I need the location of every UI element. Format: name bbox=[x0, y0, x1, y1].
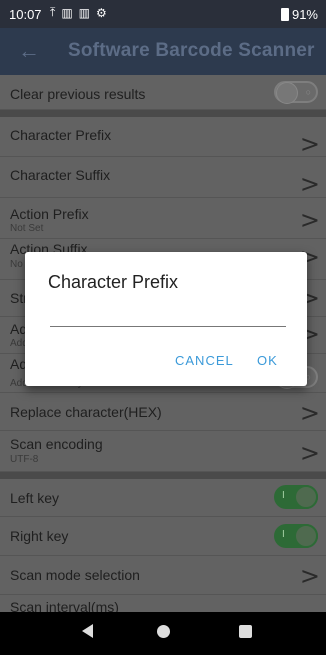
cancel-button[interactable]: CANCEL bbox=[175, 353, 234, 368]
status-time: 10:07 bbox=[9, 7, 42, 22]
setting-scan-encoding[interactable]: Scan encoding UTF-8 > bbox=[0, 431, 326, 472]
setting-right-key[interactable]: Right key I bbox=[0, 517, 326, 556]
section-divider bbox=[0, 472, 326, 479]
home-circle-icon[interactable] bbox=[157, 625, 170, 638]
chevron-right-icon: > bbox=[299, 562, 320, 590]
setting-left-key[interactable]: Left key I bbox=[0, 479, 326, 517]
right-key-toggle[interactable]: I bbox=[274, 524, 318, 548]
section-divider bbox=[0, 110, 326, 117]
chevron-right-icon: > bbox=[299, 399, 320, 427]
barcode-icon: ▥ bbox=[61, 5, 73, 20]
clear-results-toggle[interactable]: ○ bbox=[274, 81, 318, 104]
page-title: Software Barcode Scanner bbox=[68, 40, 315, 61]
setting-action-prefix[interactable]: Action Prefix Not Set > bbox=[0, 198, 326, 239]
chevron-right-icon: > bbox=[299, 130, 320, 158]
toggle-knob bbox=[276, 82, 298, 104]
setting-character-suffix[interactable]: Character Suffix > bbox=[0, 157, 326, 198]
setting-label: Action Prefix bbox=[10, 206, 89, 222]
status-bar: 10:07 ⤒ ▥ ▥ ⚙ 91% bbox=[0, 0, 326, 28]
setting-label: Replace character(HEX) bbox=[10, 404, 162, 420]
upload-icon: ⤒ bbox=[50, 5, 56, 19]
toggle-off-mark-icon: ○ bbox=[305, 87, 311, 97]
setting-label: Left key bbox=[10, 490, 60, 506]
setting-label: Character Suffix bbox=[10, 167, 111, 183]
left-key-toggle[interactable]: I bbox=[274, 485, 318, 509]
status-notification-icons: ⤒ ▥ ▥ ⚙ bbox=[50, 5, 107, 20]
setting-label: Character Prefix bbox=[10, 127, 112, 143]
settings-icon: ⚙ bbox=[96, 5, 107, 20]
arrow-left-icon[interactable]: ← bbox=[18, 38, 40, 64]
chevron-right-icon: > bbox=[299, 439, 320, 467]
setting-label: Clear previous results bbox=[10, 86, 146, 102]
toggle-on-mark-icon: I bbox=[282, 529, 285, 540]
app-bar: ← Software Barcode Scanner bbox=[0, 28, 326, 75]
prefix-input[interactable] bbox=[50, 314, 286, 327]
setting-scan-mode-selection[interactable]: Scan mode selection > bbox=[0, 556, 326, 595]
barcode-icon: ▥ bbox=[78, 5, 90, 20]
battery-icon bbox=[280, 8, 289, 21]
setting-label: Right key bbox=[10, 528, 69, 544]
setting-label: Scan mode selection bbox=[10, 567, 140, 583]
setting-replace-character[interactable]: Replace character(HEX) > bbox=[0, 393, 326, 431]
battery-percent: 91% bbox=[291, 7, 318, 22]
toggle-on-mark-icon: I bbox=[282, 490, 285, 501]
setting-value: Not Set bbox=[10, 223, 44, 234]
ok-button[interactable]: OK bbox=[257, 353, 278, 368]
chevron-right-icon: > bbox=[299, 206, 320, 234]
system-navigation-bar bbox=[0, 612, 326, 655]
character-prefix-dialog: Character Prefix CANCEL OK bbox=[25, 252, 307, 386]
dialog-title: Character Prefix bbox=[48, 272, 179, 292]
toggle-knob bbox=[294, 524, 318, 548]
setting-label: Scan encoding bbox=[10, 436, 103, 452]
setting-character-prefix[interactable]: Character Prefix > bbox=[0, 117, 326, 158]
setting-clear-previous-results[interactable]: Clear previous results ○ bbox=[0, 75, 326, 110]
setting-value: No bbox=[10, 259, 23, 270]
battery-indicator: 91% bbox=[280, 7, 318, 22]
setting-value: UTF-8 bbox=[10, 454, 39, 465]
toggle-knob bbox=[294, 485, 318, 509]
chevron-right-icon: > bbox=[299, 170, 320, 198]
recents-square-icon[interactable] bbox=[239, 625, 252, 638]
back-triangle-icon[interactable] bbox=[82, 624, 93, 638]
